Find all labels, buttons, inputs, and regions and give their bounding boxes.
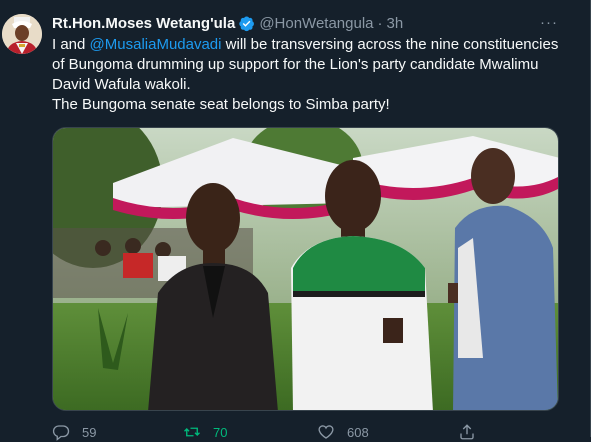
like-count: 608 [347,424,369,440]
retweet-button[interactable]: 70 [183,423,227,441]
tweet-actions: 59 70 608 [52,422,552,442]
share-icon [460,424,474,440]
avatar[interactable] [2,14,42,54]
author-handle[interactable]: @HonWetangula [259,15,373,32]
author-name[interactable]: Rt.Hon.Moses Wetang'ula [52,15,235,32]
tweet-photo[interactable] [52,127,559,411]
reply-icon [52,425,70,441]
retweet-count: 70 [213,424,228,440]
reply-button[interactable]: 59 [52,423,96,441]
tweet-text: I and @MusaliaMudavadi will be transvers… [52,35,572,115]
retweet-icon [184,427,200,437]
avatar-image [2,14,42,54]
verified-badge-icon [238,15,255,32]
tweet-time[interactable]: 3h [387,15,404,32]
heart-icon [318,425,334,439]
like-button[interactable]: 608 [317,423,369,441]
tweet-text-prefix: I and [52,36,90,53]
separator-dot: · [377,14,383,32]
tweet-header: Rt.Hon.Moses Wetang'ula @HonWetangula · … [52,13,403,33]
reply-count: 59 [82,424,97,440]
more-label: ··· [540,13,558,31]
photo-image [53,128,558,410]
tweet-text-paragraph-1: I and @MusaliaMudavadi will be transvers… [52,35,572,95]
tweet-text-paragraph-2: The Bungoma senate seat belongs to Simba… [52,96,390,113]
share-button[interactable] [458,423,476,441]
mention-link[interactable]: @MusaliaMudavadi [90,36,222,53]
more-icon[interactable]: ··· [538,12,560,32]
tweet[interactable]: Rt.Hon.Moses Wetang'ula @HonWetangula · … [0,0,591,441]
